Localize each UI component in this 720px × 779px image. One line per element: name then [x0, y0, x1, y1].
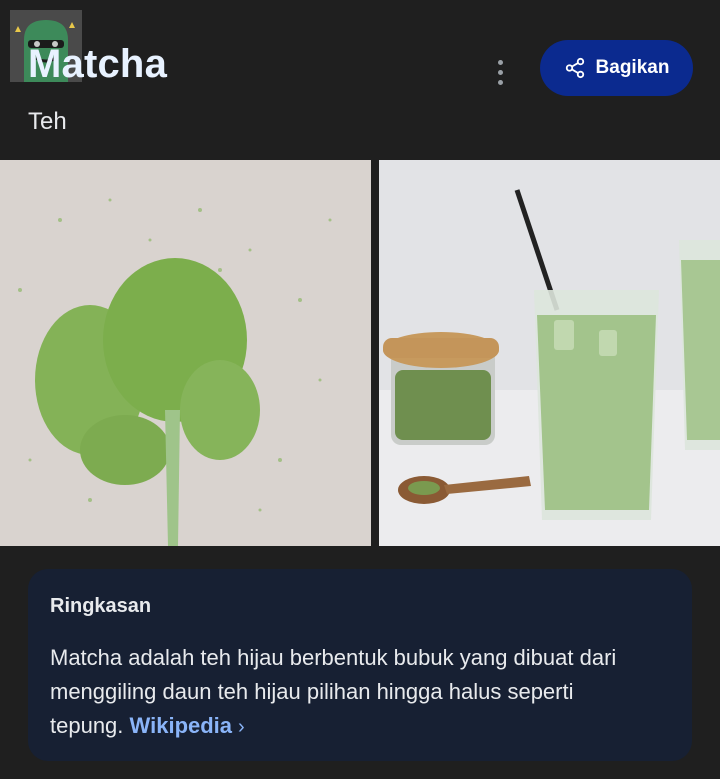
summary-card: Ringkasan Matcha adalah teh hijau berben… — [28, 569, 692, 761]
share-button-label: Bagikan — [595, 57, 670, 78]
share-button[interactable]: Bagikan — [540, 40, 693, 96]
chevron-right-icon[interactable]: › — [238, 716, 245, 738]
more-vert-icon — [497, 59, 503, 65]
more-options-button[interactable] — [488, 56, 512, 88]
page-subtitle: Teh — [28, 108, 67, 135]
page-title: Matcha — [28, 42, 168, 86]
summary-text-block: Matcha adalah teh hijau berbentuk bubuk … — [50, 641, 650, 744]
share-icon — [565, 57, 584, 79]
header: Matcha Teh Bagikan — [0, 0, 720, 158]
wikipedia-link[interactable]: Wikipedia — [130, 713, 233, 738]
summary-heading: Ringkasan — [50, 595, 152, 617]
matcha-latte-image[interactable] — [379, 160, 720, 546]
matcha-powder-image[interactable] — [0, 160, 371, 546]
matcha-powder-spoon-photo — [0, 160, 371, 546]
image-gallery — [0, 160, 720, 546]
matcha-latte-photo — [379, 160, 720, 546]
